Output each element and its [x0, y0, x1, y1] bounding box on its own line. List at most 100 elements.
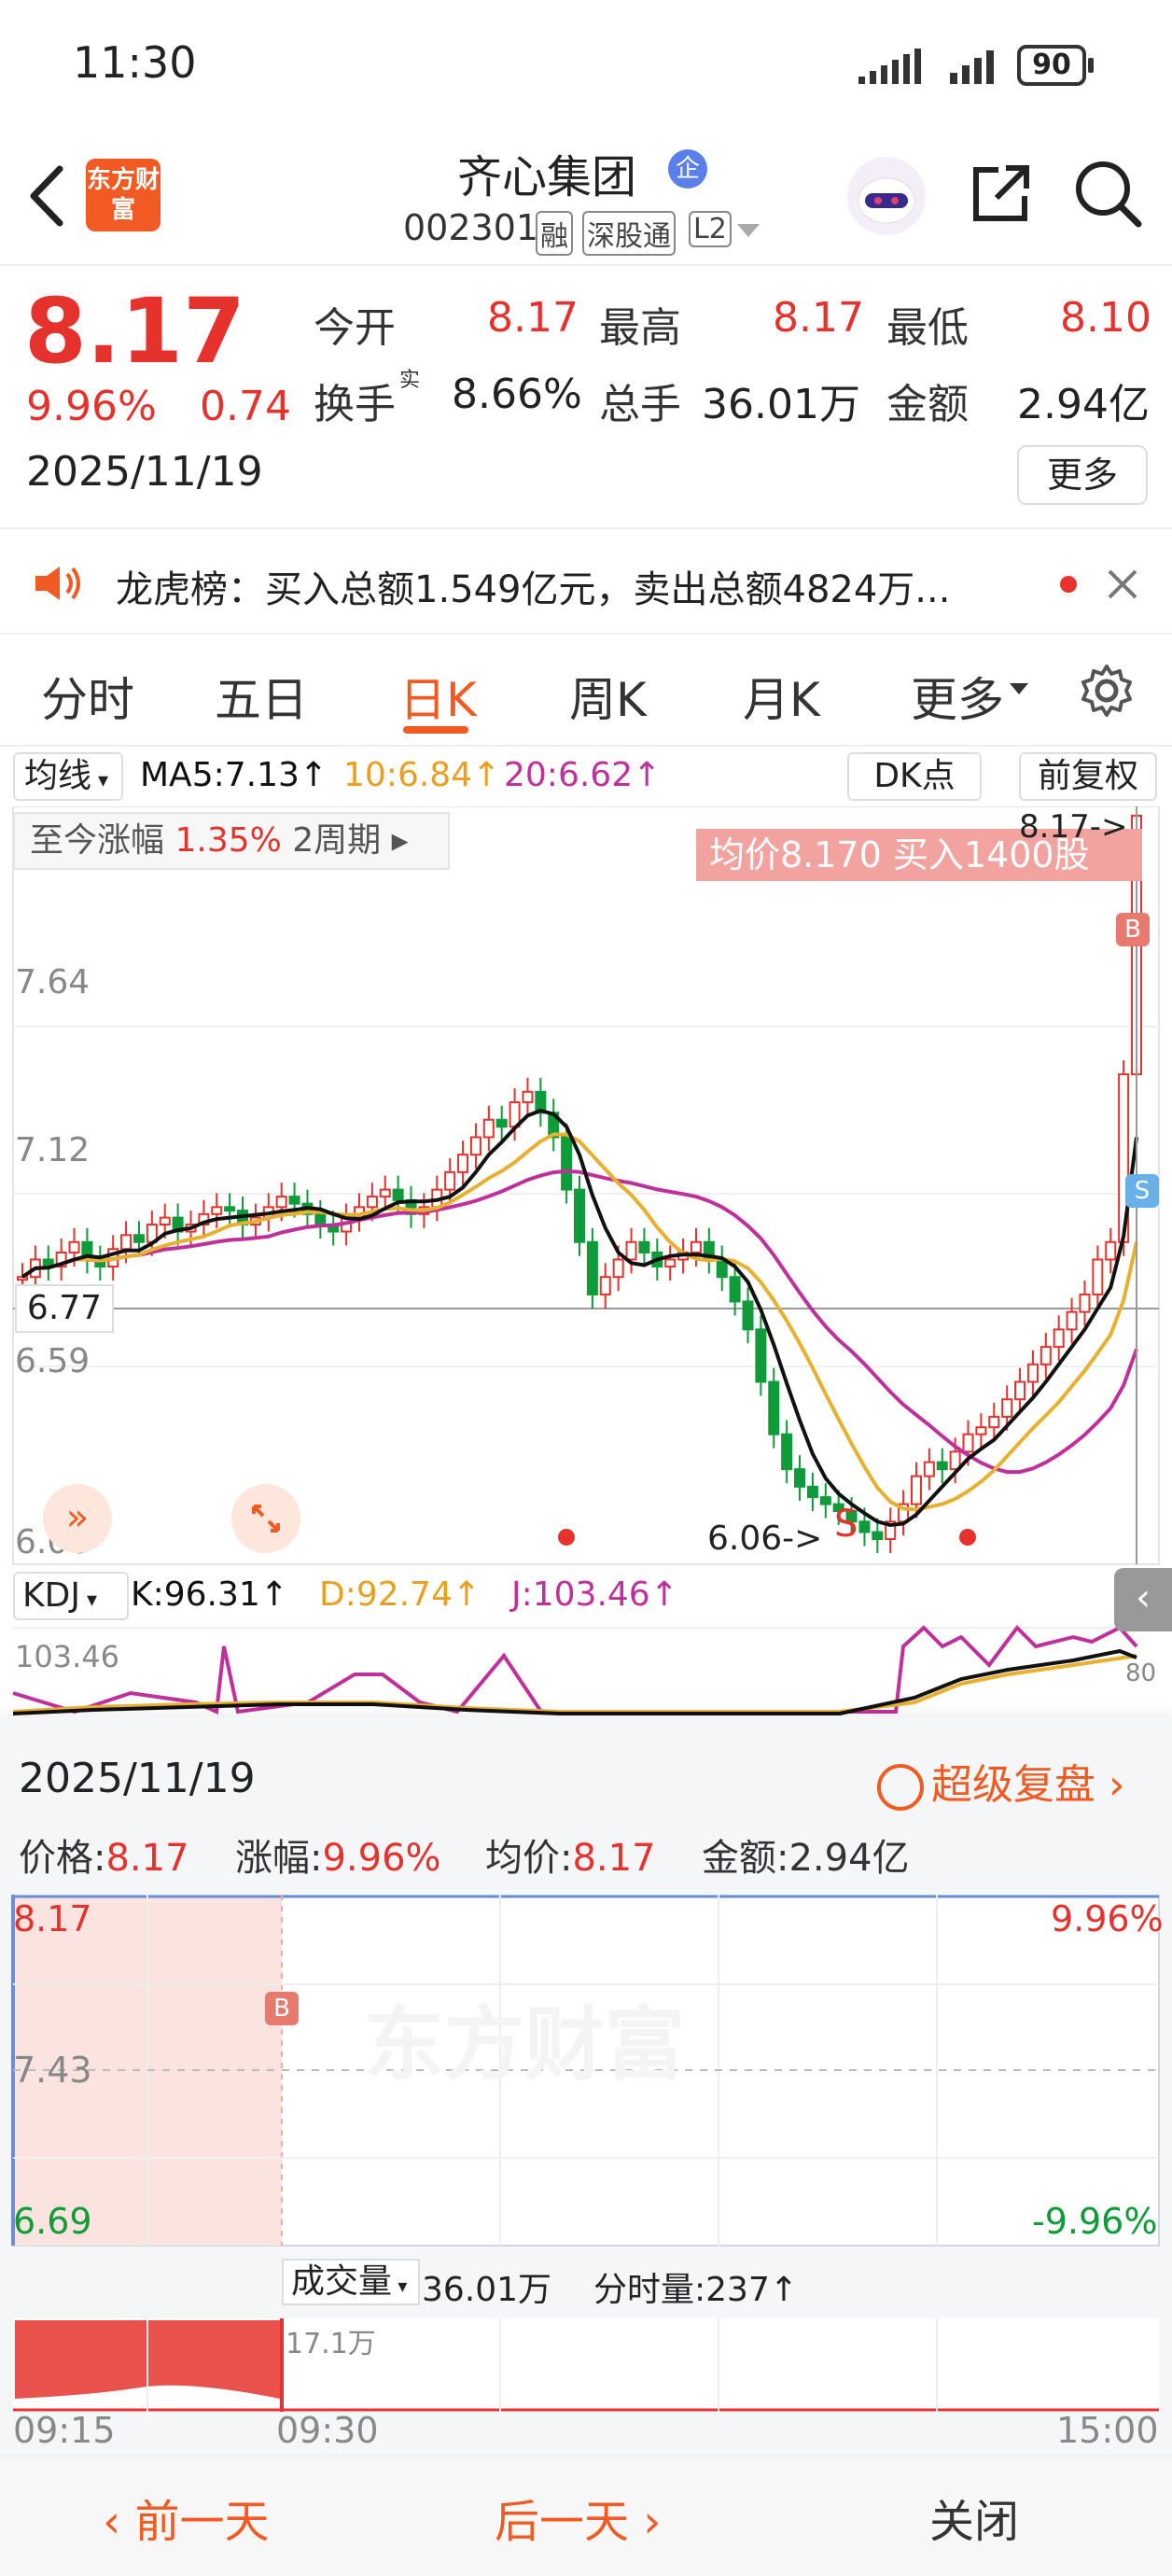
ma-selector[interactable]: 均线 ▾ [13, 752, 123, 801]
dk-point-button[interactable]: DK点 [847, 752, 982, 801]
share-icon[interactable] [967, 161, 1034, 228]
history-icon [877, 1764, 924, 1811]
tab-intraday[interactable]: 分时 [41, 663, 134, 730]
status-bar: 11:30 90 [0, 0, 1172, 140]
tab-monthly-k[interactable]: 月K [743, 663, 820, 730]
rp-pct-label: 涨幅: [235, 1837, 323, 1880]
candle [690, 1240, 702, 1254]
super-replay-link[interactable]: 超级复盘 › [877, 1751, 1125, 1811]
candle [1053, 1328, 1065, 1349]
volume-total: 36.01万 [422, 2271, 552, 2309]
replay-stats: 价格:8.17 [19, 1827, 189, 1882]
low-value: 8.10 [1060, 294, 1151, 342]
rp-amt: 2.94亿 [788, 1837, 910, 1880]
collapse-panel-icon[interactable]: ‹ [1114, 1568, 1172, 1631]
high-label: 最高 [599, 304, 681, 352]
close-button[interactable]: 关闭 [929, 2485, 1019, 2550]
next-day-button[interactable]: 后一天 › [495, 2485, 661, 2550]
dropdown-icon[interactable] [737, 224, 760, 239]
bottom-bar: ‹ 前一天 后一天 › 关闭 [0, 2455, 1172, 2576]
axis-label-1: 7.64 [15, 963, 91, 1001]
search-icon[interactable] [1073, 159, 1144, 230]
unread-dot [1060, 576, 1077, 593]
candle [159, 1216, 171, 1226]
amount-value: 2.94亿 [1017, 381, 1150, 428]
candle [625, 1240, 637, 1261]
replay-avg: 均价:8.17 [485, 1827, 656, 1882]
replay-amt: 金额:2.94亿 [702, 1827, 910, 1882]
volume-value: 36.01万 [702, 381, 860, 428]
signal-dot-1 [558, 1529, 575, 1546]
candle [457, 1154, 469, 1173]
tab-weekly-k[interactable]: 周K [569, 663, 647, 730]
candle [962, 1433, 974, 1453]
candle [379, 1188, 391, 1198]
candle [910, 1475, 922, 1505]
time-close: 15:00 [1056, 2410, 1159, 2451]
tick-volume: 分时量:237↑ [593, 2271, 799, 2309]
candle [1066, 1310, 1078, 1331]
battery-icon: 90 [1017, 45, 1086, 86]
app-logo[interactable]: 东方财富 [86, 159, 160, 231]
assistant-avatar-icon[interactable] [844, 154, 928, 238]
candle [120, 1234, 133, 1251]
expand-left-icon[interactable]: » [43, 1484, 112, 1553]
turnover-label: 换手 [314, 381, 396, 428]
fullscreen-icon[interactable] [231, 1484, 300, 1553]
candle [574, 1188, 585, 1243]
kline-panel[interactable]: 均线 ▾ MA5:7.13↑ 10:6.84↑ 20:6.62↑ DK点 前复权… [0, 747, 1172, 1717]
back-icon[interactable] [26, 163, 67, 229]
since-gain-box[interactable]: 至今涨幅 1.35% 2周期 ▸ [13, 812, 450, 870]
sell-marker-icon: S [1125, 1174, 1159, 1208]
candle [224, 1206, 236, 1212]
close-icon[interactable] [1107, 568, 1138, 600]
prev-day-label: 前一天 [134, 2496, 270, 2548]
candle [768, 1380, 780, 1435]
candle [133, 1234, 145, 1243]
kdj-selector[interactable]: KDJ ▾ [13, 1572, 129, 1620]
candle [664, 1258, 677, 1267]
period-tabs: 分时 五日 日K 周K 月K 更多 [0, 635, 1172, 747]
volume-selector-label: 成交量 [291, 2262, 393, 2301]
candle [923, 1461, 935, 1477]
rp-axis-right-bottom: -9.96% [1032, 2201, 1158, 2242]
volume-selector[interactable]: 成交量 ▾ [282, 2259, 420, 2305]
candle [975, 1426, 987, 1435]
kdj-d: D:92.74↑ [319, 1575, 481, 1614]
tab-daily-k[interactable]: 日K [399, 663, 477, 730]
open-label: 今开 [314, 304, 396, 352]
rp-amt-label: 金额: [702, 1837, 789, 1880]
tab-more[interactable]: 更多 [911, 663, 1004, 730]
candle [495, 1118, 508, 1128]
adjust-button[interactable]: 前复权 [1019, 752, 1157, 801]
axis-label-2: 7.12 [15, 1131, 91, 1169]
since-gain-period: 2周期 [292, 821, 382, 860]
ma10-value: 10:6.84↑ [343, 756, 501, 794]
kdj-j: J:103.46↑ [511, 1575, 678, 1614]
price-pointer: 8.17-> [1019, 808, 1128, 846]
ma5-value: MA5:7.13↑ [140, 756, 328, 794]
rp-axis-right-top: 9.96% [1051, 1898, 1164, 1939]
low-pointer: 6.06-> [707, 1519, 823, 1558]
notice-bar[interactable]: 龙虎榜：买入总额1.549亿元，卖出总额4824万... [0, 527, 1172, 635]
turnover-value: 8.66% [452, 371, 582, 418]
settings-icon[interactable] [1079, 663, 1135, 719]
candle [314, 1212, 327, 1226]
candle [729, 1276, 741, 1303]
amount-label: 金额 [886, 381, 969, 428]
more-button[interactable]: 更多 [1017, 445, 1148, 505]
high-value: 8.17 [773, 294, 864, 342]
candle [755, 1328, 767, 1383]
kdj-selector-label: KDJ [22, 1576, 80, 1615]
kdj-k: K:96.31↑ [131, 1575, 288, 1614]
volume-peak: 17.1万 [286, 2328, 376, 2360]
rp-axis-bottom: 6.69 [13, 2201, 92, 2242]
rp-avg: 8.17 [572, 1837, 656, 1880]
candle [211, 1206, 223, 1215]
candle [586, 1240, 598, 1295]
time-open: 09:30 [276, 2410, 379, 2451]
change-percent: 9.96% [26, 383, 157, 430]
quote-panel: 8.17 9.96% 0.74 2025/11/19 今开 8.17 最高 8.… [0, 266, 1172, 527]
prev-day-button[interactable]: ‹ 前一天 [103, 2485, 269, 2550]
tab-5day[interactable]: 五日 [215, 663, 308, 730]
